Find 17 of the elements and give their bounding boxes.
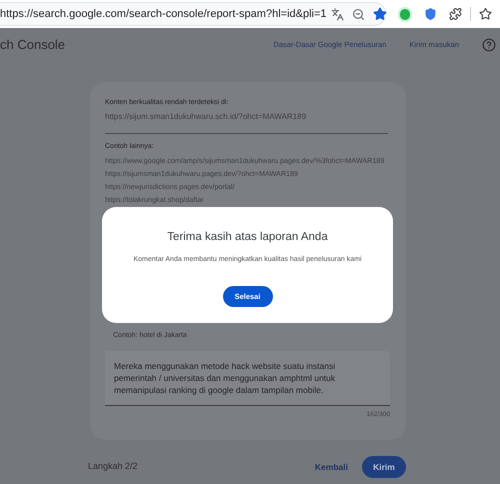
translate-icon[interactable] bbox=[330, 8, 344, 20]
zoom-out-icon[interactable] bbox=[352, 8, 365, 20]
address-bar[interactable]: https://search.google.com/search-console/report-spam?hl=id&pli=1 bbox=[0, 2, 386, 26]
app-title: ch Console bbox=[0, 36, 66, 54]
step-text: Langkah 2/2 bbox=[88, 460, 138, 474]
help-icon[interactable] bbox=[482, 38, 496, 52]
url-text: https://sijum.sman1dukuhwaru.sch.id/?ohct=MAWAR189 bbox=[105, 110, 308, 122]
favorites-icon[interactable] bbox=[479, 7, 492, 21]
back-button[interactable]: Kembali bbox=[314, 460, 348, 474]
dialog-title: Terima kasih atas laporan Anda bbox=[167, 230, 328, 245]
shield-icon[interactable] bbox=[424, 7, 438, 21]
comment-field[interactable]: Mereka menggunakan metode hack website suatu instansi pemerintah / universitas dan menggunakan amphtml untuk memanipulasi ranking di google dalam tampilan mobile. bbox=[105, 350, 390, 406]
extension-icon[interactable] bbox=[398, 6, 412, 22]
submit-button[interactable]: Kirim bbox=[362, 456, 406, 478]
bookmark-star-icon[interactable] bbox=[372, 7, 387, 21]
puzzle-icon[interactable] bbox=[449, 7, 462, 21]
url-text: https://search.google.com/search-console/report-spam?hl=id&pli=1 bbox=[0, 6, 327, 22]
